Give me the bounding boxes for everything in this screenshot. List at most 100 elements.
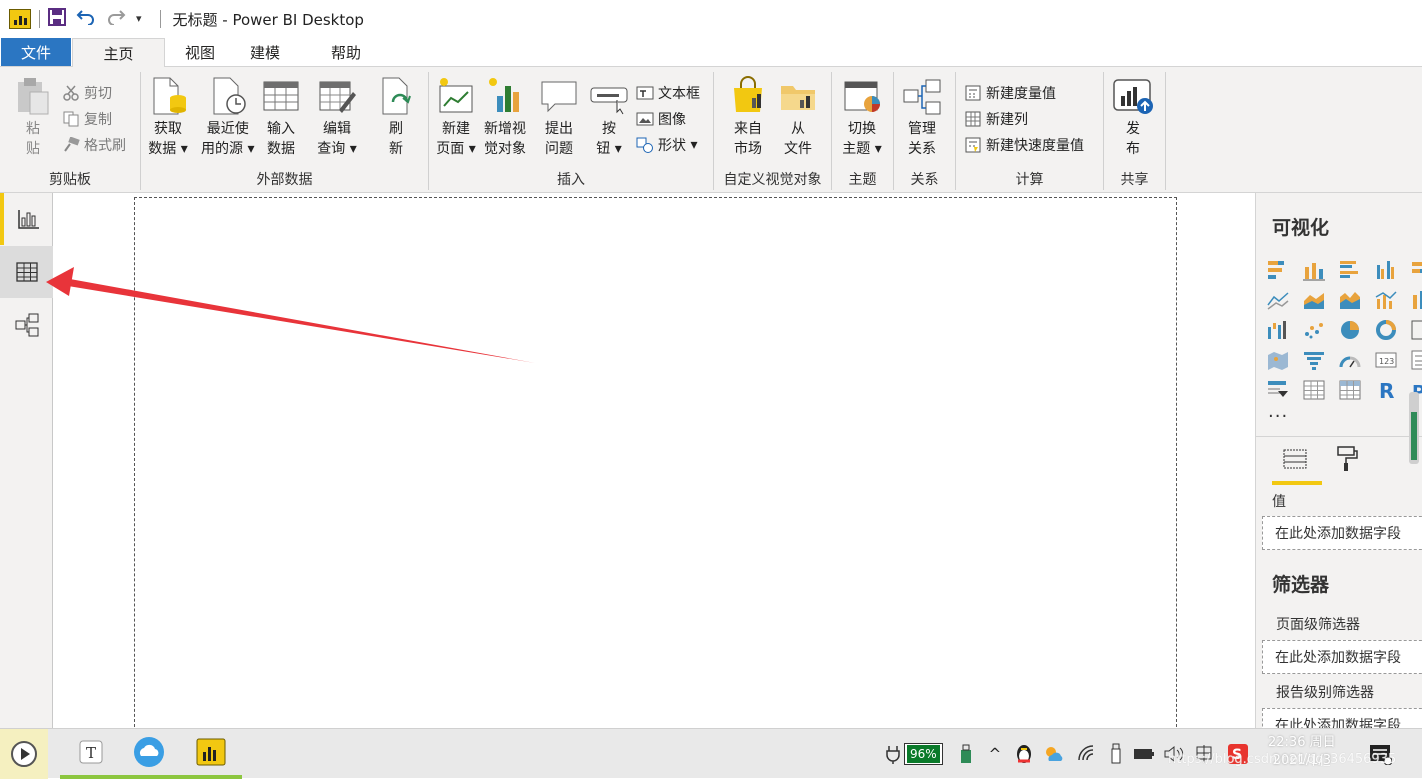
page-filters-drop-well[interactable]: 在此处添加数据字段 <box>1262 640 1422 674</box>
cut-button[interactable]: 剪切 <box>62 83 112 103</box>
usb-icon[interactable] <box>959 744 973 764</box>
shapes-icon <box>636 137 653 153</box>
taskbar-cloud-button[interactable] <box>118 729 180 779</box>
format-painter-label: 格式刷 <box>84 138 126 154</box>
qq-penguin-icon[interactable] <box>1013 743 1035 765</box>
battery-tray-icon[interactable] <box>1133 745 1155 763</box>
format-painter-button[interactable]: 格式刷 <box>62 135 126 155</box>
title-separator <box>39 10 40 28</box>
line-and-column-chart-icon[interactable] <box>1374 289 1398 311</box>
power-plug-icon[interactable] <box>884 744 902 764</box>
model-view-button[interactable] <box>0 299 53 351</box>
save-icon[interactable] <box>48 8 66 30</box>
redo-icon[interactable] <box>106 9 126 29</box>
paste-button[interactable]: 粘贴 <box>14 76 52 159</box>
customize-toolbar-icon[interactable]: ▾ <box>136 10 142 28</box>
gauge-icon[interactable] <box>1338 349 1362 371</box>
ask-question-label-2: 问题 <box>545 141 573 157</box>
report-page[interactable] <box>134 197 1177 737</box>
donut-chart-icon[interactable] <box>1374 319 1398 341</box>
from-marketplace-label-2: 市场 <box>734 141 762 157</box>
new-measure-button[interactable]: 新建度量值 <box>964 83 1056 103</box>
copy-button[interactable]: 复制 <box>62 109 112 129</box>
tab-modeling[interactable]: 建模 <box>235 38 295 67</box>
matrix-icon[interactable] <box>1338 379 1362 401</box>
recent-sources-button[interactable]: 最近使 用的源 ▾ <box>201 76 254 159</box>
usb-drive-icon[interactable] <box>1109 743 1123 765</box>
shapes-button[interactable]: 形状 ▾ <box>636 135 697 155</box>
report-view-icon <box>17 210 39 229</box>
card-icon[interactable]: 123 <box>1374 349 1398 371</box>
show-hidden-icons-icon[interactable]: ^ <box>989 745 1002 763</box>
tab-help[interactable]: 帮助 <box>316 38 376 67</box>
clustered-column-chart-icon[interactable] <box>1374 259 1398 281</box>
visual-pane-tabs <box>1256 436 1422 486</box>
from-file-button[interactable]: 从文件 <box>778 76 818 159</box>
relationships-group: 管理 关系 关系 <box>894 72 956 190</box>
panel-scrollbar[interactable] <box>1408 392 1420 464</box>
stacked-bar-chart-icon[interactable] <box>1266 259 1290 281</box>
publish-button[interactable]: 发布 <box>1112 76 1154 159</box>
ribbon-chart-icon[interactable] <box>1410 289 1422 311</box>
refresh-button[interactable]: 刷新 <box>379 76 413 159</box>
pie-chart-icon[interactable] <box>1338 319 1362 341</box>
enter-data-button[interactable]: 输入 数据 <box>261 76 301 159</box>
insert-group: 新建 页面 ▾ 新增视 觉对象 提出 问题 按钮 ▾ 文本框 图像 形状 ▾ 插入 <box>429 72 714 190</box>
from-marketplace-button[interactable]: 来自 市场 <box>728 76 768 159</box>
values-drop-well[interactable]: 在此处添加数据字段 <box>1262 516 1422 550</box>
clustered-bar-chart-icon[interactable] <box>1338 259 1362 281</box>
report-canvas-area <box>54 193 1255 737</box>
new-column-button[interactable]: 新建列 <box>964 109 1028 129</box>
multi-row-card-icon[interactable] <box>1410 349 1422 371</box>
funnel-chart-icon[interactable] <box>1302 349 1326 371</box>
tab-view[interactable]: 视图 <box>170 38 230 67</box>
manage-relationships-label-2: 关系 <box>908 141 936 157</box>
textbox-button[interactable]: 文本框 <box>636 83 700 103</box>
undo-icon[interactable] <box>76 9 96 29</box>
format-paint-roller-icon[interactable] <box>1334 445 1360 473</box>
treemap-icon[interactable] <box>1410 319 1422 341</box>
waterfall-chart-icon[interactable] <box>1266 319 1290 341</box>
buttons-button[interactable]: 按钮 ▾ <box>589 76 629 159</box>
title-separator-2 <box>159 10 161 28</box>
data-view-button[interactable] <box>0 246 53 298</box>
taskbar-powerbi-button[interactable] <box>180 729 242 779</box>
tab-home[interactable]: 主页 <box>72 38 165 68</box>
image-label: 图像 <box>658 112 686 128</box>
scatter-chart-icon[interactable] <box>1302 319 1326 341</box>
battery-indicator[interactable]: 96% <box>904 743 943 765</box>
from-file-label-2: 文件 <box>784 141 812 157</box>
table-visual-icon[interactable] <box>1302 379 1326 401</box>
wifi-icon[interactable] <box>1077 744 1099 764</box>
relationships-group-label: 关系 <box>910 172 939 188</box>
file-menu-button[interactable]: 文件 <box>1 38 71 66</box>
new-visual-button[interactable]: 新增视 觉对象 <box>484 76 526 159</box>
start-media-button[interactable] <box>0 729 48 779</box>
line-chart-icon[interactable] <box>1266 289 1290 311</box>
new-page-button[interactable]: 新建 页面 ▾ <box>436 76 476 159</box>
report-view-button[interactable] <box>0 193 53 245</box>
weather-icon[interactable] <box>1043 743 1065 765</box>
100-stacked-bar-chart-icon[interactable] <box>1410 259 1422 281</box>
fields-icon[interactable] <box>1282 447 1308 471</box>
report-filters-drop-well[interactable]: 在此处添加数据字段 <box>1262 708 1422 728</box>
new-quick-measure-button[interactable]: 新建快速度量值 <box>964 135 1084 155</box>
switch-theme-button[interactable]: 切换 主题 ▾ <box>842 76 882 159</box>
slicer-icon[interactable] <box>1266 379 1290 401</box>
taskbar-typora-button[interactable]: T <box>60 729 122 779</box>
stacked-column-chart-icon[interactable] <box>1302 259 1326 281</box>
map-icon[interactable] <box>1266 349 1290 371</box>
image-button[interactable]: 图像 <box>636 109 686 129</box>
get-data-button[interactable]: 获取 数据 ▾ <box>148 76 188 159</box>
r-script-visual-icon[interactable]: R <box>1374 379 1398 401</box>
manage-relationships-button[interactable]: 管理 关系 <box>902 76 942 159</box>
edit-queries-button[interactable]: 编辑 查询 ▾ <box>317 76 357 159</box>
paste-icon <box>18 78 49 115</box>
stacked-area-chart-icon[interactable] <box>1338 289 1362 311</box>
more-visuals-button[interactable]: ··· <box>1268 406 1288 427</box>
refresh-label-2: 新 <box>389 141 403 157</box>
ask-question-button[interactable]: 提出 问题 <box>539 76 579 159</box>
new-quick-measure-label: 新建快速度量值 <box>986 138 1084 154</box>
area-chart-icon[interactable] <box>1302 289 1326 311</box>
quick-measure-icon <box>965 137 981 153</box>
